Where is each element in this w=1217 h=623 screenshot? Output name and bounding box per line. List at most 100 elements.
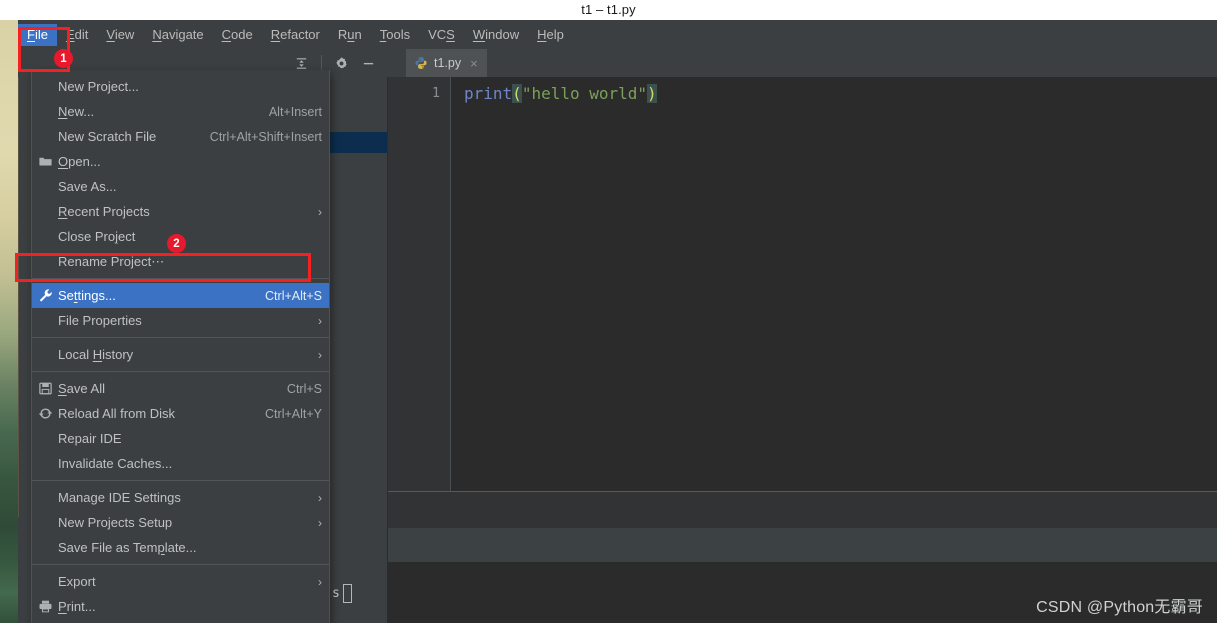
menu-separator bbox=[32, 564, 329, 565]
menu-item-save-file-as-template[interactable]: Save File as Template... bbox=[32, 535, 329, 560]
code-line-1[interactable]: print("hello world") bbox=[464, 83, 657, 105]
chevron-right-icon: › bbox=[318, 490, 322, 505]
menu-item-label: Save As... bbox=[58, 179, 117, 194]
menu-item-label: Open... bbox=[58, 154, 101, 169]
save-icon bbox=[38, 382, 52, 395]
code-token-function: print bbox=[464, 84, 513, 103]
menu-item-label: New Project... bbox=[58, 79, 139, 94]
menu-item-label: Settings... bbox=[58, 288, 116, 303]
menu-item-local-history[interactable]: Local History › bbox=[32, 342, 329, 367]
menu-item-label: Local History bbox=[58, 347, 134, 362]
menubar-item-window[interactable]: Window bbox=[464, 24, 528, 46]
annotation-badge-1: 1 bbox=[54, 49, 73, 68]
reload-icon bbox=[38, 408, 52, 419]
menu-item-label: Reload All from Disk bbox=[58, 406, 176, 421]
menu-item-label: Close Project bbox=[58, 229, 136, 244]
menu-item-new-projects-setup[interactable]: New Projects Setup › bbox=[32, 510, 329, 535]
menu-separator bbox=[32, 278, 329, 279]
close-icon[interactable]: × bbox=[470, 56, 478, 71]
menu-item-label: Invalidate Caches... bbox=[58, 456, 173, 471]
menubar-item-navigate[interactable]: Navigate bbox=[143, 24, 212, 46]
menu-item-label: Export bbox=[58, 574, 96, 589]
desktop-wallpaper bbox=[0, 20, 18, 623]
menubar-item-view[interactable]: View bbox=[97, 24, 143, 46]
tool-window-accent-bar bbox=[18, 77, 19, 517]
code-token-open-paren: ( bbox=[512, 84, 522, 103]
menu-item-new-scratch-file[interactable]: New Scratch File Ctrl+Alt+Shift+Insert bbox=[32, 124, 329, 149]
menu-item-save-as[interactable]: Save As... bbox=[32, 174, 329, 199]
printer-icon-slot bbox=[32, 599, 58, 614]
menu-item-shortcut: Ctrl+Alt+S bbox=[265, 288, 322, 303]
menu-item-reload-all-from-disk[interactable]: Reload All from Disk Ctrl+Alt+Y bbox=[32, 401, 329, 426]
menubar-item-run[interactable]: Run bbox=[329, 24, 371, 46]
menu-item-rename-project[interactable]: Rename Project⋯ bbox=[32, 249, 329, 274]
editor-tab-bar: t1.py × bbox=[388, 49, 1217, 77]
terminal-prompt-fragment: s bbox=[332, 586, 340, 601]
terminal-caret bbox=[343, 584, 352, 603]
menu-item-export[interactable]: Export › bbox=[32, 569, 329, 594]
menu-separator bbox=[32, 337, 329, 338]
menu-item-save-all[interactable]: Save All Ctrl+S bbox=[32, 376, 329, 401]
menu-item-shortcut: Ctrl+Alt+Shift+Insert bbox=[209, 129, 322, 144]
menu-item-file-properties[interactable]: File Properties › bbox=[32, 308, 329, 333]
menu-item-label: New... bbox=[58, 104, 95, 119]
screenshot-root: t1 – t1.py File Edit View Navigate Code Refac… bbox=[0, 0, 1217, 623]
watermark: CSDN @Python无霸哥 bbox=[1036, 599, 1203, 616]
menubar-item-edit[interactable]: Edit bbox=[57, 24, 97, 46]
menu-bar: File Edit View Navigate Code Refactor Run Tools… bbox=[18, 20, 1217, 49]
menubar-item-file[interactable]: File bbox=[18, 23, 57, 46]
menu-item-label: Save File as Template... bbox=[58, 540, 197, 555]
gear-icon[interactable] bbox=[334, 56, 349, 71]
menubar-item-tools[interactable]: Tools bbox=[371, 24, 419, 46]
menu-item-label: File Properties bbox=[58, 313, 142, 328]
collapse-all-icon[interactable] bbox=[294, 56, 309, 71]
menu-item-shortcut: Ctrl+S bbox=[286, 381, 322, 396]
chevron-right-icon: › bbox=[318, 204, 322, 219]
menu-item-repair-ide[interactable]: Repair IDE bbox=[32, 426, 329, 451]
bottom-tool-window-header bbox=[388, 528, 1217, 562]
reload-icon-slot bbox=[32, 406, 58, 421]
menu-item-new[interactable]: New... Alt+Insert bbox=[32, 99, 329, 124]
menu-separator bbox=[32, 371, 329, 372]
menu-item-new-project[interactable]: New Project... bbox=[32, 74, 329, 99]
menu-item-label: Rename Project⋯ bbox=[58, 253, 165, 269]
menubar-item-help[interactable]: Help bbox=[528, 24, 573, 46]
menu-item-invalidate-caches[interactable]: Invalidate Caches... bbox=[32, 451, 329, 476]
menu-item-label: New Projects Setup bbox=[58, 515, 173, 530]
menu-item-print[interactable]: Print... bbox=[32, 594, 329, 619]
line-number: 1 bbox=[431, 85, 440, 101]
menu-item-label: Manage IDE Settings bbox=[58, 490, 181, 505]
menu-item-label: Print... bbox=[58, 599, 96, 614]
editor-tab-t1py[interactable]: t1.py × bbox=[406, 49, 487, 77]
menu-item-label: New Scratch File bbox=[58, 129, 157, 144]
code-token-string: "hello world" bbox=[521, 84, 648, 103]
menu-item-settings[interactable]: Settings... Ctrl+Alt+S bbox=[32, 283, 329, 308]
file-menu-dropdown: New Project... New... Alt+Insert New Scratc… bbox=[31, 70, 330, 623]
menu-item-label: Recent Projects bbox=[58, 204, 150, 219]
menu-item-label: Repair IDE bbox=[58, 431, 122, 446]
menu-item-manage-ide-settings[interactable]: Manage IDE Settings › bbox=[32, 485, 329, 510]
editor-tab-label: t1.py bbox=[434, 56, 462, 70]
editor-text-area[interactable]: 1 print("hello world") bbox=[388, 77, 1217, 491]
menubar-item-vcs[interactable]: VCS bbox=[419, 24, 464, 46]
menu-item-recent-projects[interactable]: Recent Projects › bbox=[32, 199, 329, 224]
menubar-item-code[interactable]: Code bbox=[213, 24, 262, 46]
code-token-close-paren: ) bbox=[647, 84, 657, 103]
menubar-item-refactor[interactable]: Refactor bbox=[262, 24, 329, 46]
chevron-right-icon: › bbox=[318, 515, 322, 530]
wrench-icon bbox=[39, 289, 52, 302]
chevron-right-icon: › bbox=[318, 347, 322, 362]
editor-lower-strip bbox=[388, 492, 1217, 528]
window-title: t1 – t1.py bbox=[581, 2, 636, 17]
printer-icon bbox=[39, 600, 51, 613]
folder-icon bbox=[38, 157, 52, 166]
wrench-icon-slot bbox=[32, 288, 58, 303]
menu-item-shortcut: Alt+Insert bbox=[268, 104, 322, 119]
gutter-divider bbox=[450, 77, 451, 491]
toolbar-separator bbox=[321, 55, 322, 71]
minimize-icon[interactable] bbox=[361, 56, 376, 71]
python-file-icon bbox=[414, 56, 428, 70]
window-titlebar: t1 – t1.py bbox=[0, 0, 1217, 20]
menu-separator bbox=[32, 480, 329, 481]
menu-item-open[interactable]: Open... bbox=[32, 149, 329, 174]
